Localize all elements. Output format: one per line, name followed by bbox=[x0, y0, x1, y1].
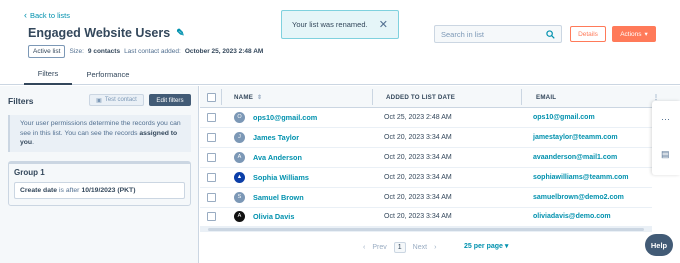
per-page-label: 25 per page bbox=[464, 243, 503, 250]
column-added-date[interactable]: ADDED TO LIST DATE bbox=[386, 86, 455, 108]
table-row: O ops10@gmail.com Oct 25, 2023 2:48 AM o… bbox=[200, 108, 652, 128]
last-contact-value: October 25, 2023 2:48 AM bbox=[184, 48, 264, 55]
tab-filters[interactable]: Filters bbox=[24, 63, 72, 85]
avatar: O bbox=[234, 111, 245, 123]
group-title: Group 1 bbox=[14, 168, 45, 177]
search-placeholder: Search in list bbox=[441, 29, 484, 39]
status-badge: Active list bbox=[28, 45, 66, 58]
search-icon[interactable] bbox=[546, 29, 555, 39]
details-button[interactable]: Details bbox=[570, 26, 606, 42]
scrollbar-thumb[interactable] bbox=[208, 228, 644, 231]
row-checkbox[interactable] bbox=[207, 152, 216, 162]
row-checkbox[interactable] bbox=[207, 192, 216, 202]
table-row: A Ava Anderson Oct 20, 2023 3:34 AM avaa… bbox=[200, 148, 652, 168]
next-chevron-icon[interactable]: › bbox=[434, 244, 436, 251]
filters-heading: Filters bbox=[8, 96, 34, 106]
added-date: Oct 25, 2023 2:48 AM bbox=[384, 113, 452, 121]
added-date: Oct 20, 2023 3:34 AM bbox=[384, 212, 452, 220]
added-date: Oct 20, 2023 3:34 AM bbox=[384, 153, 452, 161]
size-value: 9 contacts bbox=[87, 48, 121, 55]
avatar: ▲ bbox=[234, 171, 245, 183]
current-page[interactable]: 1 bbox=[393, 242, 406, 253]
added-date: Oct 20, 2023 3:34 AM bbox=[384, 133, 452, 141]
last-contact-label: Last contact added: bbox=[124, 48, 181, 55]
email-link[interactable]: samuelbrown@demo2.com bbox=[533, 194, 624, 201]
table-row: J James Taylor Oct 20, 2023 3:34 AM jame… bbox=[200, 128, 652, 148]
added-date: Oct 20, 2023 3:34 AM bbox=[384, 173, 452, 181]
pagination: ‹ Prev 1 Next › bbox=[363, 241, 436, 254]
table-row: ▲ Sophia Williams Oct 20, 2023 3:34 AM s… bbox=[200, 168, 652, 188]
horizontal-scrollbar[interactable] bbox=[200, 227, 652, 232]
criteria-value: 10/19/2023 (PKT) bbox=[81, 187, 136, 194]
edit-filters-button[interactable]: Edit filters bbox=[149, 94, 191, 106]
row-checkbox[interactable] bbox=[207, 211, 216, 221]
actions-button[interactable]: Actions ▾ bbox=[612, 26, 656, 42]
select-all-checkbox[interactable] bbox=[207, 86, 216, 108]
email-link[interactable]: oliviadavis@demo.com bbox=[533, 213, 611, 220]
side-rail: ⋯ ▤ bbox=[652, 101, 680, 175]
table-header: NAME ⇕ ADDED TO LIST DATE EMAIL ⋮ bbox=[200, 86, 680, 108]
help-button[interactable]: Help bbox=[645, 234, 673, 256]
contact-name-link[interactable]: James Taylor bbox=[253, 133, 299, 142]
per-page-dropdown[interactable]: 25 per page ▾ bbox=[464, 242, 508, 250]
row-checkbox[interactable] bbox=[207, 132, 216, 142]
contact-name-link[interactable]: Ava Anderson bbox=[253, 153, 302, 162]
permission-note: Your user permissions determine the reco… bbox=[8, 115, 191, 152]
grid-dots-icon[interactable]: ⋯ bbox=[661, 114, 670, 125]
contact-name-link[interactable]: ops10@gmail.com bbox=[253, 113, 317, 122]
criteria-property: Create date bbox=[20, 187, 58, 194]
close-icon[interactable]: ✕ bbox=[379, 18, 388, 31]
tab-performance[interactable]: Performance bbox=[80, 63, 136, 85]
back-link-label: Back to lists bbox=[30, 11, 71, 20]
caret-down-icon: ▾ bbox=[504, 243, 509, 250]
toast-message: Your list was renamed. bbox=[292, 20, 368, 29]
rename-toast: Your list was renamed. ✕ bbox=[281, 10, 399, 39]
contact-name-link[interactable]: Sophia Williams bbox=[253, 173, 309, 182]
test-contact-button[interactable]: ▣ Test contact bbox=[89, 94, 144, 106]
actions-label: Actions bbox=[620, 30, 642, 38]
test-contact-icon: ▣ bbox=[96, 97, 102, 104]
size-label: Size: bbox=[69, 48, 84, 55]
chat-icon[interactable]: ▤ bbox=[661, 149, 670, 160]
test-contact-label: Test contact bbox=[104, 97, 137, 103]
column-name[interactable]: NAME ⇕ bbox=[234, 86, 262, 108]
next-button[interactable]: Next bbox=[413, 244, 427, 251]
sort-icon[interactable]: ⇕ bbox=[257, 94, 262, 101]
avatar: A bbox=[234, 210, 245, 222]
email-link[interactable]: sophiawilliams@teamm.com bbox=[533, 174, 629, 181]
filter-criteria[interactable]: Create date is after 10/19/2023 (PKT) bbox=[14, 182, 185, 199]
chevron-left-icon: ‹ bbox=[24, 10, 27, 20]
edit-pencil-icon[interactable]: ✎ bbox=[176, 28, 184, 39]
row-checkbox[interactable] bbox=[207, 172, 216, 182]
contact-name-link[interactable]: Olivia Davis bbox=[253, 212, 294, 221]
avatar: A bbox=[234, 151, 245, 163]
added-date: Oct 20, 2023 3:34 AM bbox=[384, 193, 452, 201]
avatar: S bbox=[234, 191, 245, 203]
back-to-lists-link[interactable]: ‹ Back to lists bbox=[24, 10, 71, 21]
column-email[interactable]: EMAIL bbox=[536, 86, 556, 108]
email-link[interactable]: jamestaylor@teamm.com bbox=[533, 134, 618, 141]
email-link[interactable]: ops10@gmail.com bbox=[533, 114, 595, 121]
table-row: S Samuel Brown Oct 20, 2023 3:34 AM samu… bbox=[200, 188, 652, 208]
table-row: A Olivia Davis Oct 20, 2023 3:34 AM oliv… bbox=[200, 207, 652, 227]
page-title-row: Engaged Website Users ✎ bbox=[28, 26, 185, 40]
tab-bar: Filters Performance bbox=[0, 63, 680, 85]
list-meta: Active list Size: 9 contacts Last contac… bbox=[28, 45, 263, 58]
caret-down-icon: ▾ bbox=[644, 31, 648, 38]
avatar: J bbox=[234, 131, 245, 143]
row-checkbox[interactable] bbox=[207, 112, 216, 122]
criteria-operator: is after bbox=[59, 187, 80, 194]
prev-button[interactable]: Prev bbox=[372, 244, 386, 251]
contact-name-link[interactable]: Samuel Brown bbox=[253, 193, 304, 202]
prev-chevron-icon[interactable]: ‹ bbox=[363, 244, 365, 251]
column-name-label: NAME bbox=[234, 93, 254, 101]
search-input[interactable]: Search in list bbox=[434, 25, 562, 43]
email-link[interactable]: avaanderson@mail1.com bbox=[533, 154, 617, 161]
page-title: Engaged Website Users bbox=[28, 26, 171, 40]
